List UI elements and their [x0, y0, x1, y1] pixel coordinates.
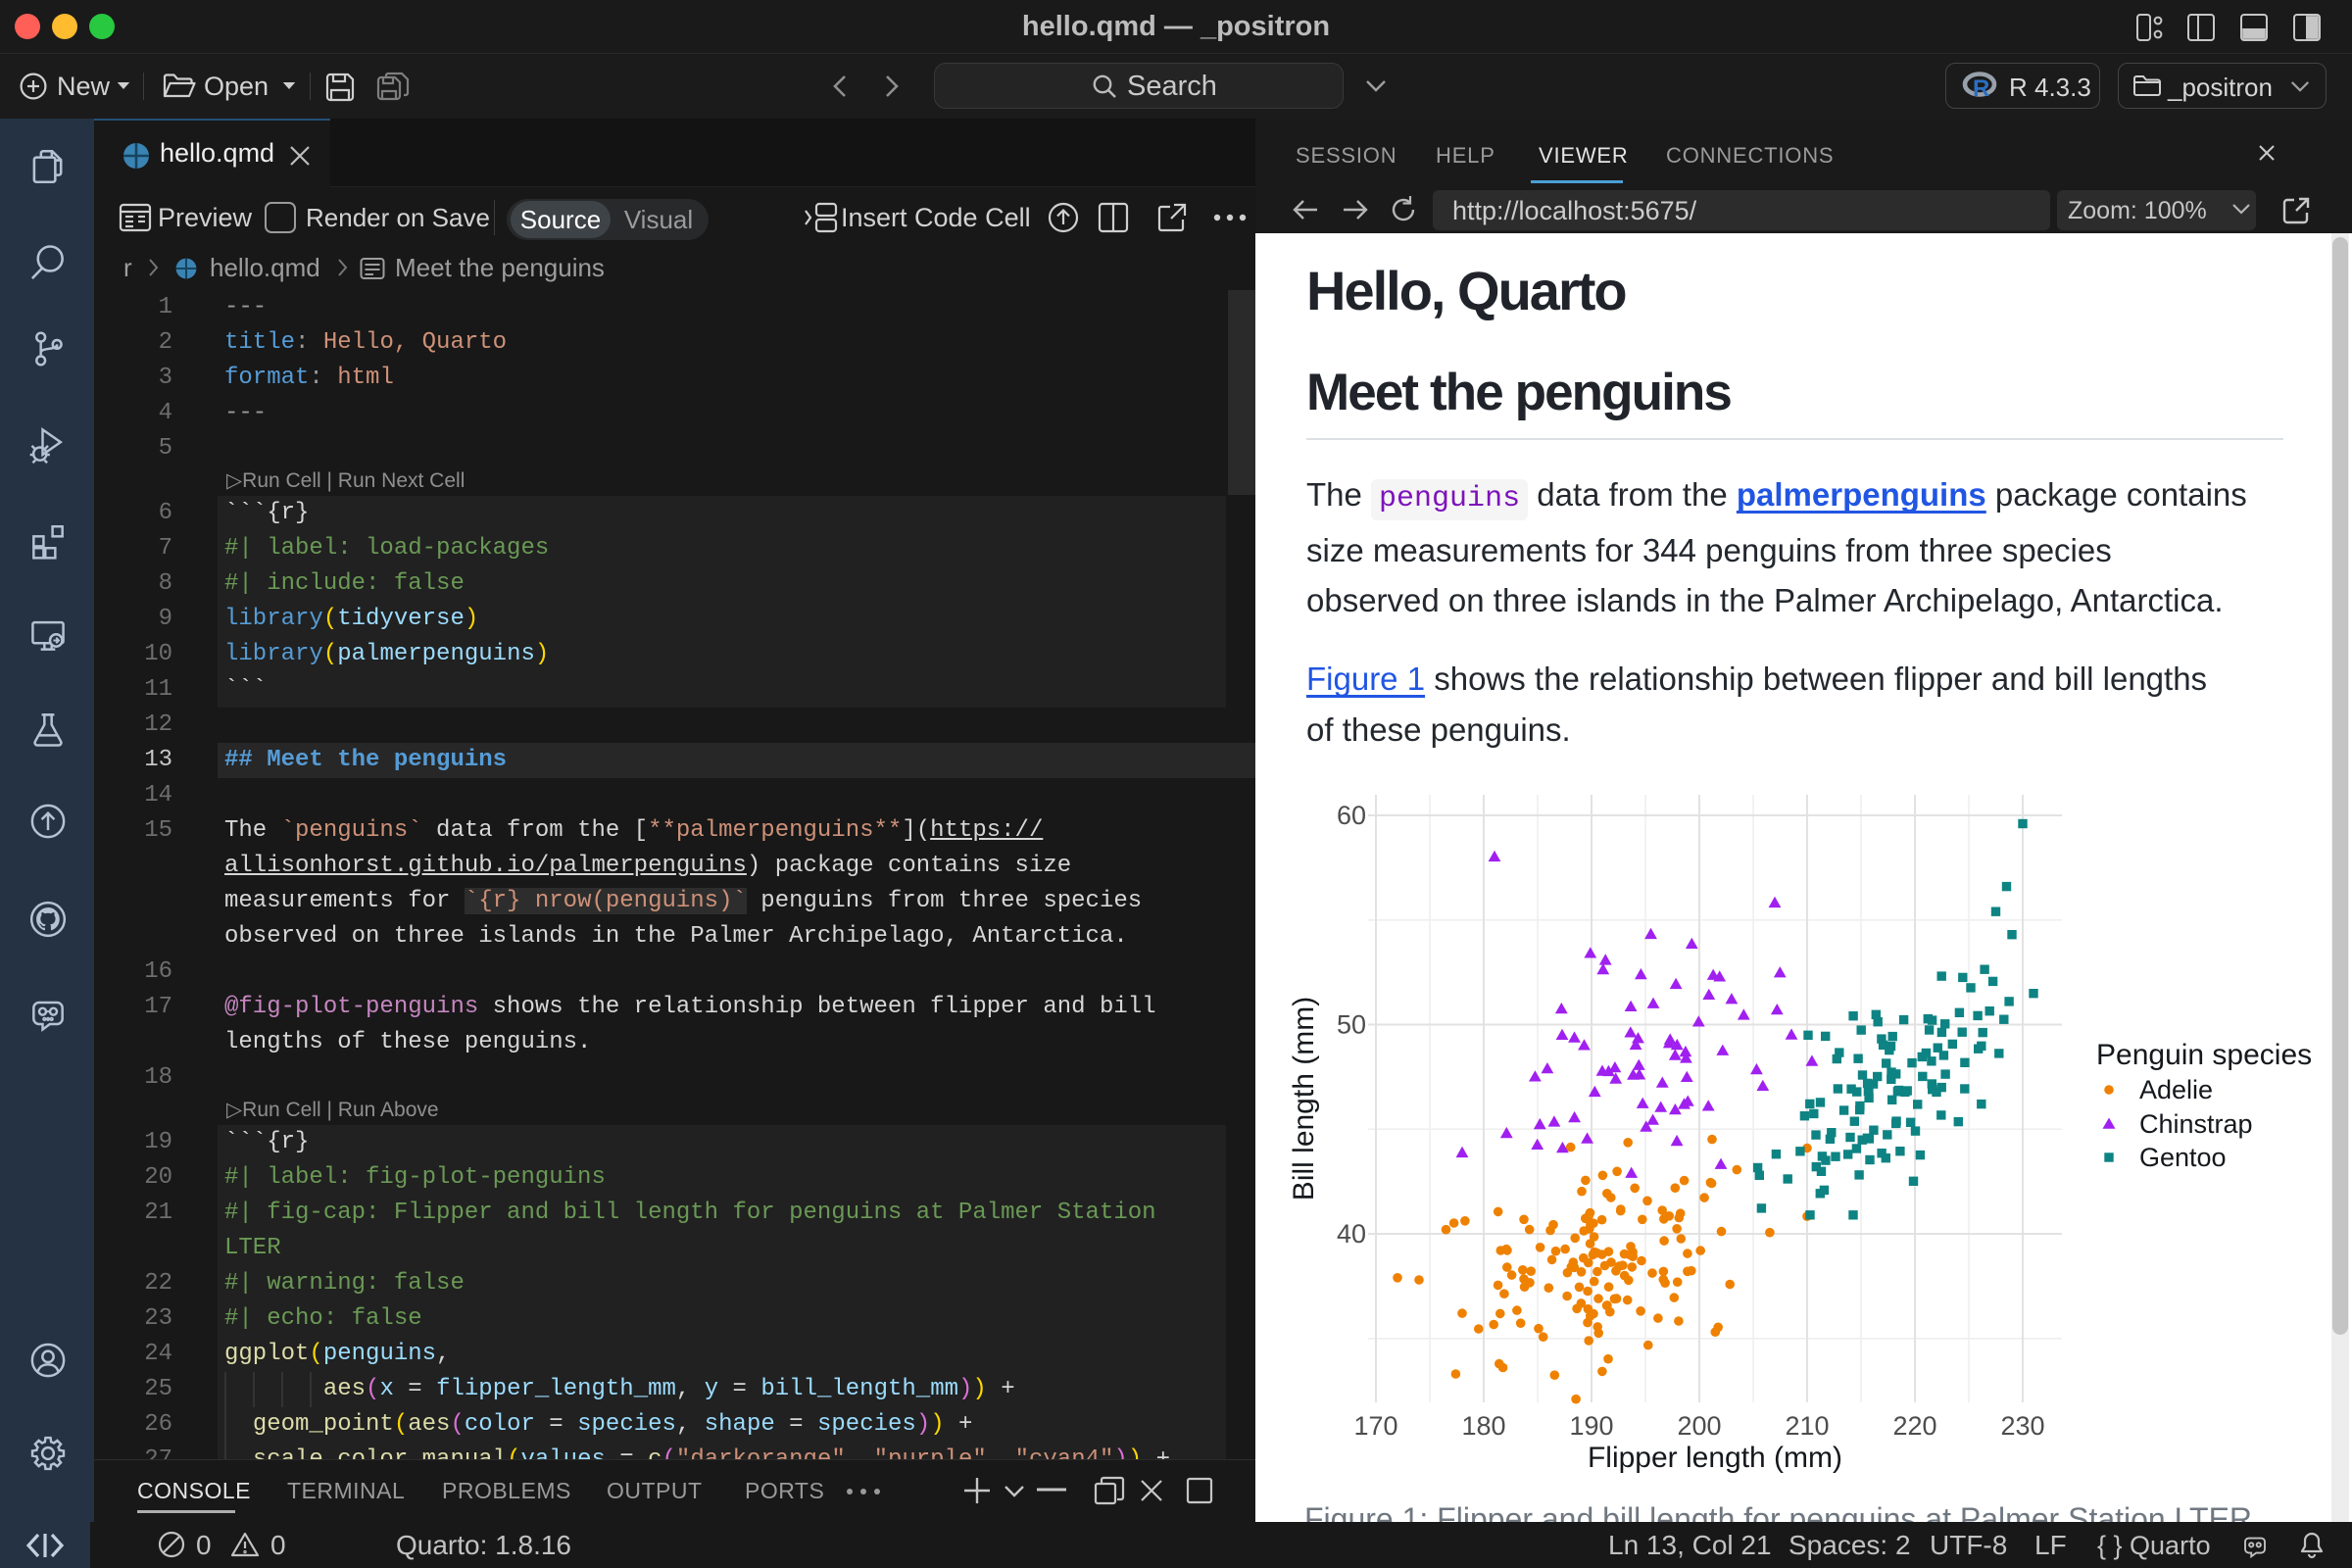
svg-text:Adelie: Adelie	[2139, 1075, 2213, 1104]
svg-text:Penguin species: Penguin species	[2096, 1039, 2312, 1071]
svg-text:50: 50	[1337, 1010, 1366, 1040]
svg-text:R: R	[1973, 75, 1989, 102]
svg-text:Bill length (mm): Bill length (mm)	[1288, 997, 1320, 1200]
svg-text:230: 230	[2000, 1411, 2044, 1441]
svg-text:Gentoo: Gentoo	[2139, 1143, 2227, 1172]
svg-text:190: 190	[1569, 1411, 1613, 1441]
svg-text:170: 170	[1353, 1411, 1397, 1441]
svg-text:Flipper length (mm): Flipper length (mm)	[1588, 1442, 1842, 1474]
svg-text:Chinstrap: Chinstrap	[2139, 1109, 2253, 1139]
svg-text:220: 220	[1892, 1411, 1936, 1441]
svg-text:200: 200	[1677, 1411, 1721, 1441]
svg-text:40: 40	[1337, 1219, 1366, 1249]
svg-text:180: 180	[1461, 1411, 1505, 1441]
svg-text:60: 60	[1337, 801, 1366, 830]
svg-text:210: 210	[1785, 1411, 1829, 1441]
